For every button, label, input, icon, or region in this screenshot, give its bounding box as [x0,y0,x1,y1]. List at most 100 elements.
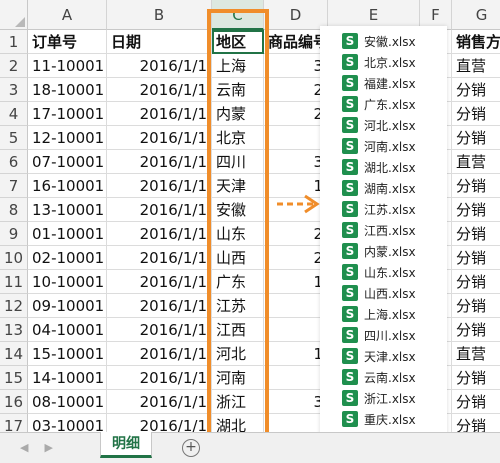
sales-channel-cell[interactable]: 分销 [452,366,500,390]
row-header[interactable]: 13 [0,318,28,342]
region-cell[interactable]: 北京 [212,126,264,150]
file-item[interactable]: S 内蒙.xlsx [342,242,416,260]
file-item[interactable]: S 浙江.xlsx [342,389,416,407]
date-cell[interactable]: 2016/1/1 [107,54,212,78]
sheet-tab-detail[interactable]: 明细 [100,432,152,458]
region-cell[interactable]: 山东 [212,222,264,246]
file-item[interactable]: S 湖南.xlsx [342,179,416,197]
header-cell[interactable]: 地区 [212,30,264,54]
product-id-cell[interactable]: 3 [264,54,328,78]
date-cell[interactable]: 2016/1/1 [107,102,212,126]
date-cell[interactable]: 2016/1/1 [107,366,212,390]
row-header[interactable]: 17 [0,414,28,432]
header-cell[interactable]: 订单号 [28,30,107,54]
region-cell[interactable]: 内蒙 [212,102,264,126]
order-id-cell[interactable]: 10-10001 [28,270,107,294]
file-item[interactable]: S 云南.xlsx [342,368,416,386]
file-item[interactable]: S 天津.xlsx [342,347,416,365]
order-id-cell[interactable]: 13-10001 [28,198,107,222]
sales-channel-cell[interactable]: 分销 [452,390,500,414]
region-cell[interactable]: 浙江 [212,390,264,414]
file-item[interactable]: S 山东.xlsx [342,263,416,281]
row-header[interactable]: 12 [0,294,28,318]
sales-channel-cell[interactable]: 分销 [452,102,500,126]
row-header[interactable]: 16 [0,390,28,414]
file-item[interactable]: S 重庆.xlsx [342,410,416,428]
sheet-nav-arrows-icon[interactable]: ◀▶ [20,441,69,454]
region-cell[interactable]: 江西 [212,318,264,342]
order-id-cell[interactable]: 14-10001 [28,366,107,390]
order-id-cell[interactable]: 08-10001 [28,390,107,414]
order-id-cell[interactable]: 11-10001 [28,54,107,78]
sales-channel-cell[interactable]: 分销 [452,414,500,432]
region-cell[interactable]: 安徽 [212,198,264,222]
column-header-c[interactable]: C [212,0,264,30]
row-header[interactable]: 6 [0,150,28,174]
date-cell[interactable]: 2016/1/1 [107,270,212,294]
row-header[interactable]: 4 [0,102,28,126]
file-item[interactable]: S 河北.xlsx [342,116,416,134]
date-cell[interactable]: 2016/1/1 [107,150,212,174]
region-cell[interactable]: 河南 [212,366,264,390]
header-cell[interactable]: 商品编号 [264,30,328,54]
column-header-b[interactable]: B [107,0,212,30]
region-cell[interactable]: 河北 [212,342,264,366]
product-id-cell[interactable]: 1 [264,270,328,294]
date-cell[interactable]: 2016/1/1 [107,78,212,102]
row-header[interactable]: 2 [0,54,28,78]
row-header[interactable]: 10 [0,246,28,270]
region-cell[interactable]: 广东 [212,270,264,294]
product-id-cell[interactable] [264,318,328,342]
file-item[interactable]: S 山西.xlsx [342,284,416,302]
product-id-cell[interactable]: 2 [264,78,328,102]
region-cell[interactable]: 四川 [212,150,264,174]
row-header[interactable]: 3 [0,78,28,102]
sales-channel-cell[interactable]: 分销 [452,270,500,294]
sales-channel-cell[interactable]: 分销 [452,198,500,222]
order-id-cell[interactable]: 01-10001 [28,222,107,246]
date-cell[interactable]: 2016/1/1 [107,342,212,366]
region-cell[interactable]: 云南 [212,78,264,102]
date-cell[interactable]: 2016/1/1 [107,246,212,270]
add-sheet-icon[interactable]: + [182,439,200,457]
region-cell[interactable]: 山西 [212,246,264,270]
order-id-cell[interactable]: 17-10001 [28,102,107,126]
order-id-cell[interactable]: 09-10001 [28,294,107,318]
sales-channel-cell[interactable]: 分销 [452,126,500,150]
product-id-cell[interactable] [264,294,328,318]
file-item[interactable]: S 广东.xlsx [342,95,416,113]
sales-channel-cell[interactable]: 分销 [452,222,500,246]
sales-channel-cell[interactable]: 直营 [452,54,500,78]
sales-channel-cell[interactable]: 分销 [452,294,500,318]
sales-channel-cell[interactable]: 分销 [452,318,500,342]
column-header-a[interactable]: A [28,0,107,30]
file-item[interactable]: S 上海.xlsx [342,305,416,323]
product-id-cell[interactable] [264,366,328,390]
product-id-cell[interactable] [264,414,328,432]
row-header[interactable]: 7 [0,174,28,198]
date-cell[interactable]: 2016/1/1 [107,126,212,150]
order-id-cell[interactable]: 18-10001 [28,78,107,102]
file-item[interactable]: S 江西.xlsx [342,221,416,239]
region-cell[interactable]: 湖北 [212,414,264,432]
file-item[interactable]: S 安徽.xlsx [342,32,416,50]
header-cell[interactable]: 日期 [107,30,212,54]
date-cell[interactable]: 2016/1/1 [107,174,212,198]
region-cell[interactable]: 上海 [212,54,264,78]
row-header[interactable]: 14 [0,342,28,366]
order-id-cell[interactable]: 04-10001 [28,318,107,342]
region-cell[interactable]: 江苏 [212,294,264,318]
select-all-corner[interactable] [0,0,28,30]
sales-channel-cell[interactable]: 直营 [452,342,500,366]
sales-channel-cell[interactable]: 分销 [452,246,500,270]
order-id-cell[interactable]: 07-10001 [28,150,107,174]
order-id-cell[interactable]: 16-10001 [28,174,107,198]
sales-channel-cell[interactable]: 分销 [452,174,500,198]
file-item[interactable]: S 河南.xlsx [342,137,416,155]
row-header[interactable]: 9 [0,222,28,246]
product-id-cell[interactable]: 2 [264,246,328,270]
sales-channel-cell[interactable]: 分销 [452,78,500,102]
product-id-cell[interactable]: 2 [264,222,328,246]
file-item[interactable]: S 江苏.xlsx [342,200,416,218]
date-cell[interactable]: 2016/1/1 [107,390,212,414]
